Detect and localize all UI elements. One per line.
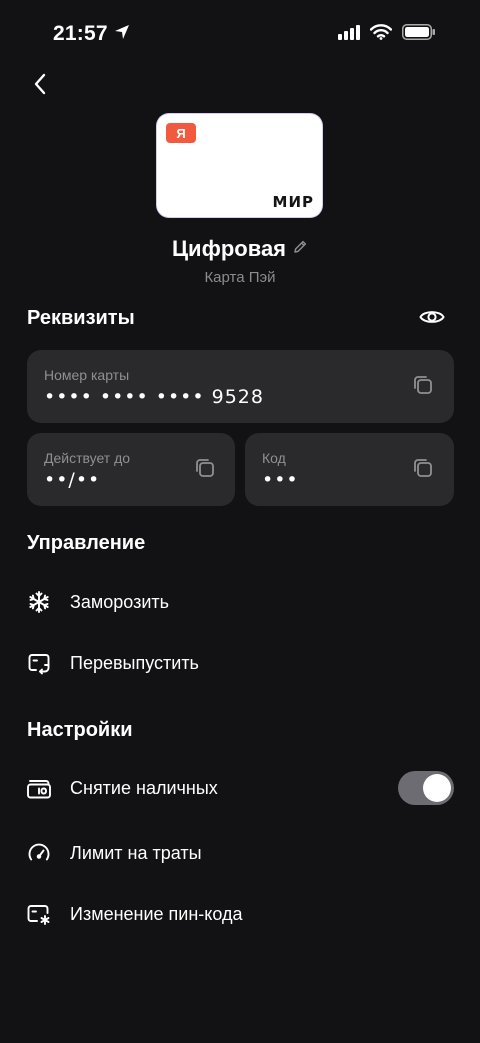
requisites-title: Реквизиты	[27, 307, 135, 329]
card-title-row[interactable]: Цифровая	[0, 234, 480, 264]
copy-icon	[194, 457, 216, 484]
status-bar: 21:57	[0, 0, 480, 70]
cvc-code-value: •••	[262, 469, 299, 491]
menu-item-reissue[interactable]: Перевыпустить	[0, 639, 480, 687]
copy-icon	[412, 457, 434, 484]
card-number-label: Номер карты	[44, 367, 130, 383]
toggle-knob	[423, 774, 451, 802]
menu-label-freeze: Заморозить	[70, 591, 170, 612]
menu-label-change-pin: Изменение пин-кода	[70, 903, 243, 924]
card-number-field: Номер карты •••• •••• •••• 9528	[27, 350, 454, 423]
cellular-signal-icon	[338, 24, 360, 45]
cvc-code-field: Код •••	[245, 433, 454, 506]
menu-item-freeze[interactable]: Заморозить	[0, 578, 480, 626]
pin-card-icon	[26, 901, 52, 927]
valid-thru-field: Действует до ••/••	[27, 433, 235, 506]
menu-label-cash-withdrawal: Снятие наличных	[70, 777, 218, 798]
eye-icon	[419, 308, 445, 331]
status-icons	[338, 24, 436, 45]
card-title: Цифровая	[171, 236, 287, 261]
speedometer-icon	[26, 840, 52, 866]
yandex-badge: Я	[166, 123, 196, 143]
copy-card-number-button[interactable]	[409, 373, 437, 401]
snowflake-icon	[26, 589, 52, 615]
pencil-icon[interactable]	[292, 239, 308, 260]
copy-icon	[412, 374, 434, 401]
card-number-value: •••• •••• •••• 9528	[44, 386, 264, 408]
location-arrow-icon	[114, 22, 130, 46]
copy-cvc-code-button[interactable]	[409, 456, 437, 484]
management-title: Управление	[27, 532, 146, 554]
menu-label-reissue: Перевыпустить	[70, 652, 199, 673]
menu-item-spending-limit[interactable]: Лимит на траты	[0, 829, 480, 877]
battery-icon	[402, 24, 436, 45]
cash-withdrawal-icon	[26, 775, 52, 801]
settings-title: Настройки	[27, 719, 133, 741]
card-image: Я МИР	[157, 114, 322, 217]
cash-withdrawal-toggle[interactable]	[398, 771, 454, 805]
menu-label-spending-limit: Лимит на траты	[70, 842, 202, 863]
status-time: 21:57	[53, 22, 108, 45]
copy-valid-thru-button[interactable]	[191, 456, 219, 484]
card-subtitle: Карта Пэй	[204, 269, 276, 286]
show-requisites-button[interactable]	[416, 304, 448, 334]
reissue-card-icon	[26, 650, 52, 676]
chevron-left-icon	[33, 73, 47, 100]
valid-thru-value: ••/••	[44, 469, 101, 491]
back-button[interactable]	[22, 68, 58, 104]
menu-item-change-pin[interactable]: Изменение пин-кода	[0, 890, 480, 938]
wifi-icon	[369, 24, 393, 45]
cvc-code-label: Код	[262, 450, 286, 466]
mir-logo: МИР	[272, 193, 314, 211]
valid-thru-label: Действует до	[44, 450, 131, 466]
status-time-wrap: 21:57	[53, 22, 130, 46]
